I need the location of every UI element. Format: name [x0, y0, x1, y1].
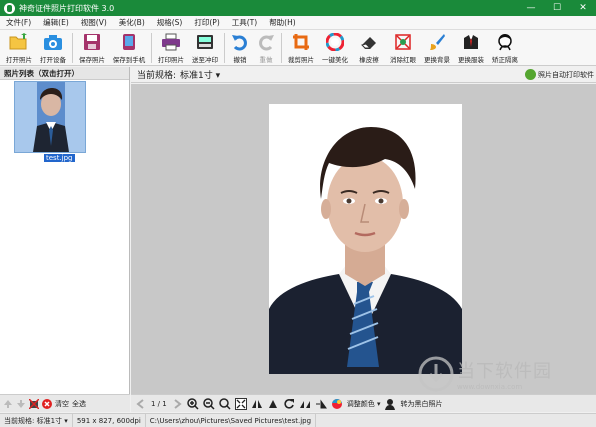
canvas-toolbar: 1 / 1 调整颜色 ▾ 转为黑白照片	[131, 394, 596, 412]
status-dimensions: 591 x 827, 600dpi	[73, 413, 146, 427]
print-shop-icon	[195, 32, 215, 52]
brush-icon	[427, 32, 447, 52]
toolbar-separator	[281, 33, 282, 63]
save-photo-button[interactable]: 保存照片	[75, 30, 109, 66]
menu-file[interactable]: 文件(F)	[0, 17, 37, 28]
convert-bw-button[interactable]: 转为黑白照片	[400, 399, 442, 409]
next-page-icon[interactable]	[171, 398, 183, 410]
move-down-icon[interactable]	[16, 399, 26, 409]
send-print-button[interactable]: 送至冲印	[188, 30, 222, 66]
rotate-icon[interactable]	[283, 398, 295, 410]
clear-button[interactable]: 清空	[55, 399, 69, 409]
flip-vertical-icon[interactable]	[267, 398, 279, 410]
menu-help[interactable]: 帮助(H)	[263, 17, 302, 28]
open-photo-button[interactable]: 打开照片	[2, 30, 36, 66]
folder-open-icon	[9, 32, 29, 52]
current-spec-dropdown[interactable]: 标准1寸 ▾	[180, 68, 220, 81]
menu-edit[interactable]: 编辑(E)	[37, 17, 75, 28]
change-clothes-button[interactable]: 更换服装	[454, 30, 488, 66]
color-wheel-icon	[325, 32, 345, 52]
status-spec: 当前规格: 标准1寸 ▾	[0, 413, 73, 427]
camera-icon	[43, 32, 63, 52]
crop-icon	[291, 32, 311, 52]
eraser-icon	[359, 32, 379, 52]
redo-button[interactable]: 重做	[253, 30, 279, 66]
phone-save-icon	[119, 32, 139, 52]
open-device-button[interactable]: 打开设备	[36, 30, 70, 66]
status-spec-dropdown[interactable]: 标准1寸 ▾	[37, 417, 68, 425]
zoom-reset-icon[interactable]	[218, 397, 231, 410]
spec-header: 当前规格: 标准1寸 ▾ 照片自动打印软件	[131, 67, 596, 83]
toolbar-separator	[72, 33, 73, 63]
crop-button[interactable]: 裁剪照片	[284, 30, 318, 66]
menu-beautify[interactable]: 美化(B)	[113, 17, 151, 28]
undo-button[interactable]: 撤销	[227, 30, 253, 66]
redo-icon	[256, 32, 276, 52]
toolbar-separator	[224, 33, 225, 63]
photo-canvas[interactable]	[131, 84, 596, 394]
maximize-button[interactable]: ☐	[544, 0, 570, 16]
app-icon	[4, 2, 15, 14]
toolbar: 打开照片 打开设备 保存照片 保存到手机 打印照片 送至冲印 撤销 重做 裁剪照…	[0, 30, 596, 66]
face-outline-icon	[495, 32, 515, 52]
undo-icon	[230, 32, 250, 52]
fix-tilt-button[interactable]: 矫正隔离	[488, 30, 522, 66]
zoom-out-icon[interactable]	[202, 397, 215, 410]
fit-window-icon[interactable]	[234, 397, 247, 410]
close-button[interactable]: ✕	[570, 0, 596, 16]
watermark: 当下软件园 www.downxia.com	[418, 356, 552, 392]
prev-page-icon[interactable]	[135, 398, 147, 410]
flip-horizontal-icon[interactable]	[251, 398, 263, 410]
select-all-button[interactable]: 全选	[72, 399, 86, 409]
watermark-text: 当下软件园	[457, 361, 552, 382]
current-spec-label: 当前规格:	[137, 71, 177, 81]
watermark-logo-icon	[418, 356, 454, 392]
save-icon	[82, 32, 102, 52]
id-photo[interactable]	[269, 104, 462, 374]
photo-list-header: 照片列表（双击打开）	[0, 67, 129, 80]
auto-print-icon	[525, 69, 536, 80]
printer-icon	[161, 32, 181, 52]
window-title: 神奇证件照片打印软件 3.0	[19, 3, 115, 13]
menu-tools[interactable]: 工具(T)	[226, 17, 263, 28]
status-file-path: C:\Users\zhou\Pictures\Saved Pictures\te…	[146, 413, 317, 427]
change-background-button[interactable]: 更换背景	[420, 30, 454, 66]
status-bar: 当前规格: 标准1寸 ▾ 591 x 827, 600dpi C:\Users\…	[0, 413, 596, 427]
save-to-phone-button[interactable]: 保存到手机	[109, 30, 149, 66]
delete-icon[interactable]	[42, 398, 52, 409]
watermark-url: www.downxia.com	[457, 383, 523, 391]
bw-photo-icon	[384, 398, 396, 410]
palette-icon	[331, 398, 343, 410]
menu-spec[interactable]: 规格(S)	[151, 17, 189, 28]
title-bar: 神奇证件照片打印软件 3.0 — ☐ ✕	[0, 0, 596, 16]
suit-icon	[461, 32, 481, 52]
left-panel-toolbar: 清空 全选	[0, 394, 130, 412]
menu-print[interactable]: 打印(P)	[188, 17, 225, 28]
remove-photo-icon[interactable]	[29, 398, 39, 409]
thumbnail-filename: test.jpg	[44, 154, 75, 162]
menu-view[interactable]: 视图(V)	[75, 17, 113, 28]
beautify-button[interactable]: 一键美化	[318, 30, 352, 66]
minimize-button[interactable]: —	[518, 0, 544, 16]
mirror-left-icon[interactable]	[299, 398, 311, 410]
toolbar-separator	[151, 33, 152, 63]
page-indicator: 1 / 1	[151, 399, 167, 408]
mirror-right-icon[interactable]	[315, 398, 327, 410]
zoom-in-icon[interactable]	[186, 397, 199, 410]
move-up-icon[interactable]	[3, 399, 13, 409]
eraser-button[interactable]: 橡皮擦	[352, 30, 386, 66]
photo-list-panel: 照片列表（双击打开） test.jpg	[0, 67, 130, 412]
redeye-button[interactable]: 消除红眼	[386, 30, 420, 66]
photo-thumbnail[interactable]	[14, 81, 86, 153]
redeye-icon	[393, 32, 413, 52]
auto-print-link[interactable]: 照片自动打印软件	[525, 69, 594, 80]
adjust-color-dropdown[interactable]: 调整颜色 ▾	[347, 399, 381, 409]
menu-bar: 文件(F) 编辑(E) 视图(V) 美化(B) 规格(S) 打印(P) 工具(T…	[0, 16, 596, 30]
print-photo-button[interactable]: 打印照片	[154, 30, 188, 66]
